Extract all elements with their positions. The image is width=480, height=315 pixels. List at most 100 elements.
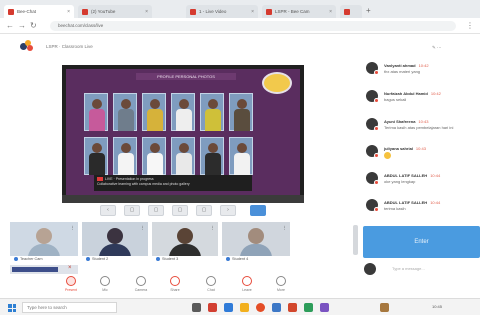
message-text: bagus sekali (384, 97, 407, 102)
leave-icon (242, 276, 252, 286)
next-slide-button[interactable]: › (220, 205, 236, 216)
participant-video[interactable]: ⋮ (10, 222, 78, 256)
slide-tool-button[interactable]: ▢ (124, 205, 140, 216)
participant-video[interactable]: ⋮ (222, 222, 290, 256)
powerpoint-icon[interactable] (288, 303, 297, 312)
presentation-stage[interactable]: PROFILE PERSONAL PHOTOS LIVE · Presentat… (62, 65, 304, 199)
taskbar-search-field[interactable]: Type here to search (22, 302, 117, 313)
emoji-icon (384, 152, 391, 159)
avatar (366, 90, 379, 103)
more-icon (276, 276, 286, 286)
share-icon (170, 276, 180, 286)
windows-start-icon[interactable] (8, 304, 16, 312)
message-text: thx atas materi yang (384, 69, 421, 74)
message-time: 10:44 (430, 173, 441, 178)
close-tab-icon[interactable]: × (329, 9, 332, 15)
word-icon[interactable] (272, 303, 281, 312)
sender-name: juliyana sahrial (384, 146, 413, 151)
edit-icon[interactable]: ✎ ⋯ (432, 45, 442, 51)
message-text: terima kasih (384, 206, 406, 211)
caption-line-1: LIVE · Presentation in progress (105, 177, 154, 181)
message-time: 10:43 (418, 119, 429, 124)
browser-tab-bee-chat-2[interactable] (340, 5, 362, 18)
profile-photo (113, 137, 137, 175)
address-bar: ← → ↻ beechat.com/class/live ⋮ (0, 18, 480, 34)
browser-tab-bar: Bee-Chat × (2) YouTube × 1 - Live Video … (0, 0, 480, 18)
close-tab-icon[interactable]: × (145, 9, 148, 15)
share-button[interactable]: Share (160, 276, 190, 292)
profile-photo (142, 93, 166, 131)
emblem-icon (262, 72, 292, 94)
chat-button[interactable]: Chat (196, 276, 226, 292)
browser-tab-live-video[interactable]: 1 - Live Video × (186, 5, 258, 18)
close-tab-icon[interactable]: × (67, 9, 70, 15)
caption-line-2: Collaborative learning with campus media… (97, 182, 190, 186)
app-logo-icon (20, 40, 34, 52)
browser-tab-youtube[interactable]: (2) YouTube × (78, 5, 152, 18)
control-label: Leave (242, 288, 252, 292)
slide-title: PROFILE PERSONAL PHOTOS (136, 73, 236, 80)
browser-tab-bee-cam[interactable]: LSPR - Bee Cam × (262, 5, 336, 18)
forward-arrow-icon[interactable]: → (18, 21, 26, 30)
excel-icon[interactable] (304, 303, 313, 312)
pin-icon[interactable]: ⋮ (283, 225, 288, 231)
pin-icon[interactable]: ⋮ (71, 225, 76, 231)
folder-icon[interactable] (240, 303, 249, 312)
control-label: Chat (207, 288, 215, 292)
pin-icon[interactable]: ⋮ (211, 225, 216, 231)
enter-chat-button[interactable]: Enter (363, 226, 480, 258)
control-label: Present (64, 288, 78, 292)
slide-tool-button[interactable]: ▢ (172, 205, 188, 216)
prev-slide-button[interactable]: ‹ (100, 205, 116, 216)
participant-name: Student 3 (156, 257, 178, 261)
sender-name: Nurfaizah Abdul Hamid (384, 91, 428, 96)
present-button[interactable]: Present (56, 276, 86, 292)
stage-status-bar (62, 195, 304, 203)
control-label: Mic (102, 288, 108, 292)
avatar (366, 199, 379, 212)
profile-photo (84, 93, 108, 131)
task-view-icon[interactable] (192, 303, 201, 312)
url-field[interactable]: beechat.com/class/live (50, 21, 456, 31)
back-arrow-icon[interactable]: ← (6, 21, 14, 30)
participant-name: Student 4 (226, 257, 248, 261)
profile-photo (171, 93, 195, 131)
message-time: 10:43 (415, 146, 426, 151)
fullscreen-button[interactable] (250, 205, 266, 216)
reload-icon[interactable]: ↻ (30, 21, 37, 30)
slide-tool-button[interactable]: ▢ (148, 205, 164, 216)
edge-icon[interactable] (224, 303, 233, 312)
avatar (366, 62, 379, 75)
mic-icon (100, 276, 110, 286)
participants-scrollbar[interactable] (353, 225, 358, 255)
chat-input[interactable]: Type a message... (362, 262, 478, 275)
close-tab-icon[interactable]: × (251, 9, 254, 15)
participant-video[interactable]: ⋮ (82, 222, 148, 256)
close-icon[interactable]: × (68, 265, 72, 271)
profile-photo (171, 137, 195, 175)
leave-button[interactable]: Leave (232, 276, 262, 292)
self-view-bar[interactable]: × (10, 265, 78, 274)
browser-menu-icon[interactable]: ⋮ (466, 21, 474, 30)
present-icon (66, 276, 76, 286)
avatar (366, 145, 379, 158)
app-icon[interactable] (320, 303, 329, 312)
red-favicon-icon (344, 8, 350, 15)
camera-button[interactable]: Camera (126, 276, 156, 292)
slide-tool-button[interactable]: ▢ (196, 205, 212, 216)
message-time: 10:44 (430, 200, 441, 205)
profile-photo (229, 93, 253, 131)
photo-grid (84, 93, 259, 185)
more-button[interactable]: More (266, 276, 296, 292)
browser-tab-bee-chat[interactable]: Bee-Chat × (4, 5, 74, 18)
mic-button[interactable]: Mic (90, 276, 120, 292)
participant-video[interactable]: ⋮ (152, 222, 218, 256)
profile-photo (142, 137, 166, 175)
chrome-icon[interactable] (256, 303, 265, 312)
pin-icon[interactable]: ⋮ (141, 225, 146, 231)
clock[interactable]: 10:45 (432, 304, 442, 309)
profile-photo (84, 137, 108, 175)
message-text: Terima kasih atas pembelajaran hari ini (384, 125, 454, 130)
new-tab-button[interactable]: + (366, 6, 371, 15)
app-icon[interactable] (208, 303, 217, 312)
